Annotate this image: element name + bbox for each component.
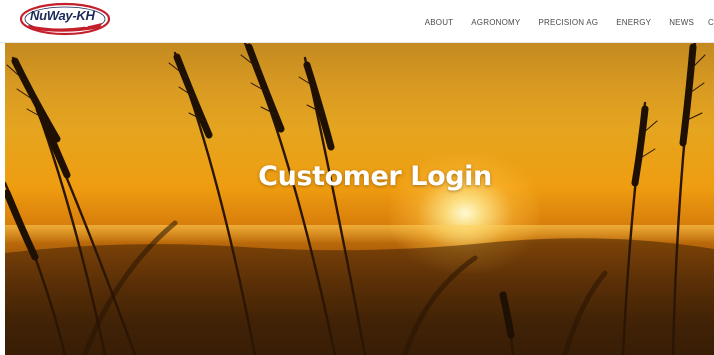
logo-tagline: COOPERATIVE <box>46 23 89 29</box>
wheat-grass-image <box>5 43 714 355</box>
nav-energy[interactable]: ENERGY <box>616 18 651 27</box>
logo[interactable]: NuWay-KH COOPERATIVE <box>19 2 111 36</box>
nav-news[interactable]: NEWS <box>669 18 694 27</box>
nav-about[interactable]: ABOUT <box>425 18 454 27</box>
logo-wordmark: NuWay-KH <box>30 8 95 23</box>
nav-overflow-item[interactable]: C <box>708 18 714 27</box>
site-header: NuWay-KH COOPERATIVE ABOUT AGRONOMY PREC… <box>0 0 714 43</box>
hero-banner: Customer Login <box>5 43 714 355</box>
nav-precision-ag[interactable]: PRECISION AG <box>538 18 598 27</box>
page-title: Customer Login <box>258 161 492 192</box>
main-nav: ABOUT AGRONOMY PRECISION AG ENERGY NEWS … <box>425 14 714 30</box>
nav-agronomy[interactable]: AGRONOMY <box>471 18 520 27</box>
